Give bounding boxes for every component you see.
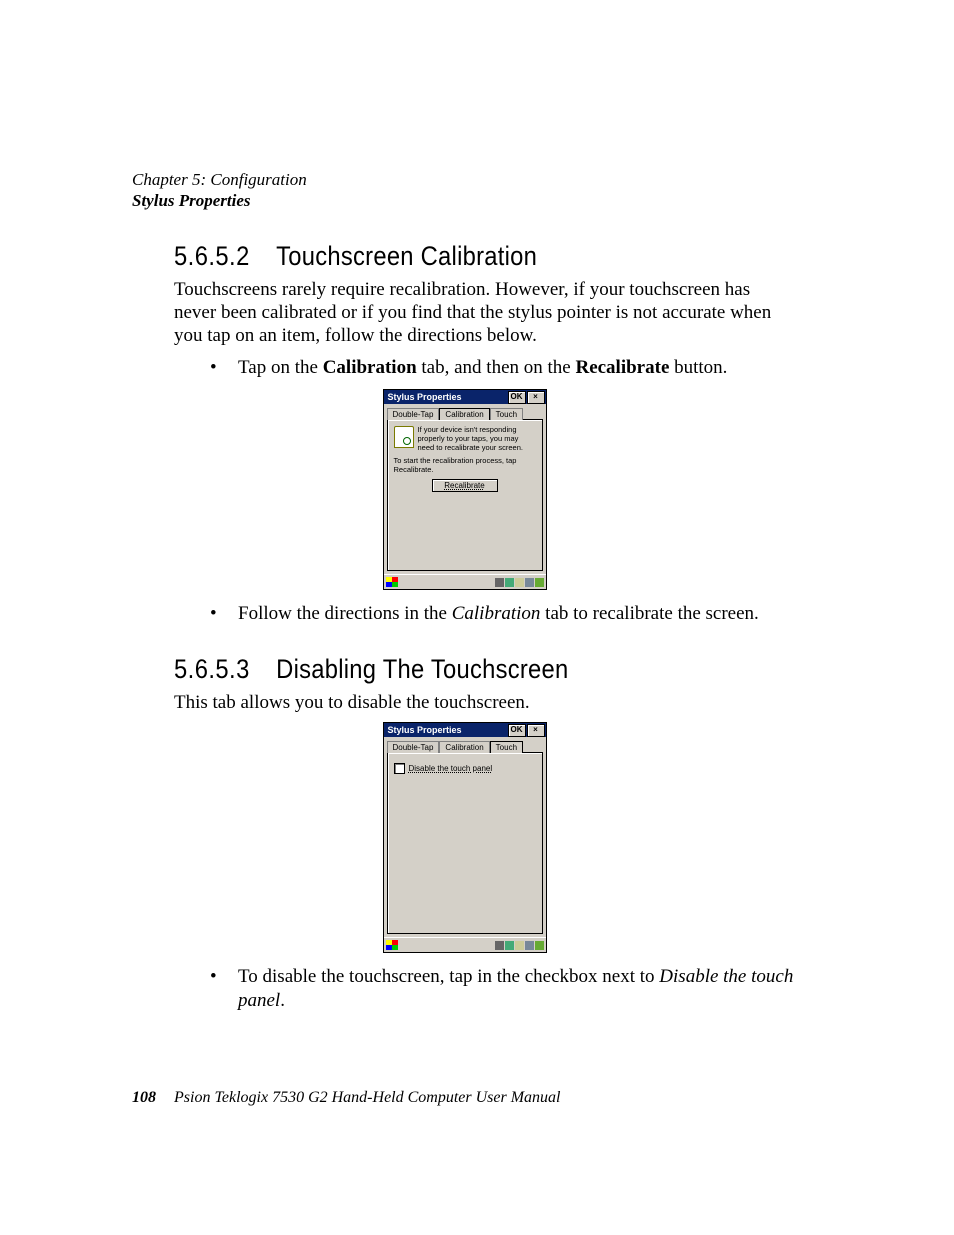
dialog-title-bar: Stylus Properties OK ×: [384, 390, 546, 404]
bullet-item: Tap on the Calibration tab, and then on …: [210, 356, 797, 380]
subsection-title: Disabling The Touchscreen: [276, 654, 568, 685]
disable-touch-checkbox[interactable]: [394, 763, 405, 774]
term-calibration-italic: Calibration: [452, 603, 541, 624]
subsection-heading-2: 5.6.5.3 Disabling The Touchscreen: [174, 654, 722, 685]
tray-icon[interactable]: [515, 578, 524, 587]
close-button[interactable]: ×: [527, 391, 545, 404]
term-calibration: Calibration: [323, 357, 417, 378]
chapter-label: Chapter 5: Configuration: [132, 170, 797, 190]
tray-icon[interactable]: [535, 941, 544, 950]
tab-calibration[interactable]: Calibration: [439, 741, 489, 753]
recalibrate-button[interactable]: Recalibrate: [432, 479, 498, 492]
intro-paragraph-2: This tab allows you to disable the touch…: [174, 691, 797, 714]
taskbar: [384, 937, 546, 952]
tab-double-tap[interactable]: Double-Tap: [387, 408, 440, 420]
tab-panel: Disable the touch panel: [387, 752, 543, 934]
instruction-text: To start the recalibration process, tap …: [394, 457, 536, 474]
tray-icon[interactable]: [495, 578, 504, 587]
system-tray: [495, 941, 544, 950]
tray-icon[interactable]: [515, 941, 524, 950]
dialog-title-bar: Stylus Properties OK ×: [384, 723, 546, 737]
intro-paragraph-1: Touchscreens rarely require recalibratio…: [174, 278, 797, 348]
bullet-item: Follow the directions in the Calibration…: [210, 602, 797, 626]
close-button[interactable]: ×: [527, 724, 545, 737]
tab-calibration[interactable]: Calibration: [439, 408, 489, 420]
ok-button[interactable]: OK: [508, 391, 526, 404]
tray-icon[interactable]: [505, 578, 514, 587]
ok-button[interactable]: OK: [508, 724, 526, 737]
tab-touch[interactable]: Touch: [490, 408, 523, 420]
term-recalibrate: Recalibrate: [575, 357, 669, 378]
dialog-title: Stylus Properties: [388, 392, 462, 402]
tab-panel: If your device isn't responding properly…: [387, 419, 543, 571]
tray-icon[interactable]: [505, 941, 514, 950]
subsection-number: 5.6.5.2: [174, 241, 250, 272]
checkbox-label: Disable the touch panel: [409, 764, 493, 773]
subsection-title: Touchscreen Calibration: [276, 241, 537, 272]
stylus-properties-dialog-calibration: Stylus Properties OK × Double-Tap Calibr…: [383, 389, 547, 590]
subsection-number: 5.6.5.3: [174, 654, 250, 685]
section-label: Stylus Properties: [132, 191, 797, 211]
taskbar: [384, 574, 546, 589]
tray-icon[interactable]: [535, 578, 544, 587]
tab-touch[interactable]: Touch: [490, 741, 523, 753]
start-icon[interactable]: [386, 577, 398, 587]
bullet-item: To disable the touchscreen, tap in the c…: [210, 965, 797, 1013]
help-text: If your device isn't responding properly…: [418, 426, 536, 452]
tray-icon[interactable]: [525, 578, 534, 587]
tray-icon[interactable]: [525, 941, 534, 950]
subsection-heading-1: 5.6.5.2 Touchscreen Calibration: [174, 241, 722, 272]
page-number: 108: [132, 1089, 156, 1106]
tray-icon[interactable]: [495, 941, 504, 950]
book-title: Psion Teklogix 7530 G2 Hand-Held Compute…: [174, 1089, 561, 1106]
start-icon[interactable]: [386, 940, 398, 950]
system-tray: [495, 578, 544, 587]
stylus-icon: [394, 426, 414, 448]
dialog-title: Stylus Properties: [388, 725, 462, 735]
page-footer: 108 Psion Teklogix 7530 G2 Hand-Held Com…: [132, 1089, 561, 1107]
tab-double-tap[interactable]: Double-Tap: [387, 741, 440, 753]
stylus-properties-dialog-touch: Stylus Properties OK × Double-Tap Calibr…: [383, 722, 547, 953]
